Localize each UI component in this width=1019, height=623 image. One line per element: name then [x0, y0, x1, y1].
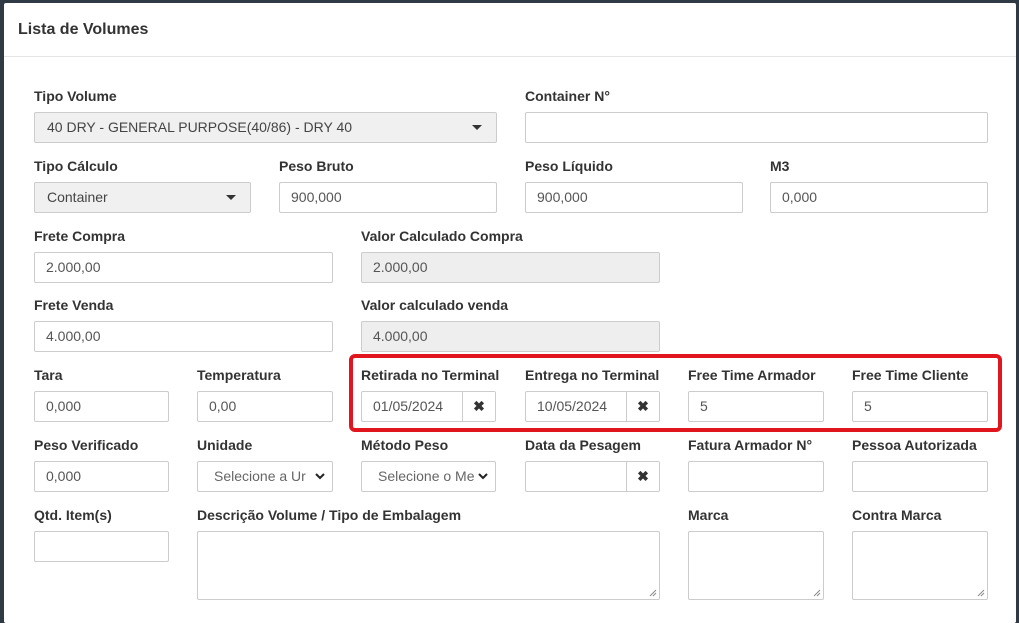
clear-date-icon[interactable]: ✖ [626, 462, 659, 491]
tipo-calculo-label: Tipo Cálculo [34, 158, 118, 174]
valor-calculado-venda-input: 4.000,00 [361, 321, 660, 352]
volumes-modal: Lista de Volumes [4, 3, 1016, 623]
caret-down-icon [226, 195, 236, 200]
container-no-input[interactable] [525, 112, 988, 143]
peso-bruto-input[interactable]: 900,000 [279, 182, 497, 213]
temperatura-label: Temperatura [197, 367, 281, 383]
descricao-volume-textarea[interactable] [197, 531, 660, 600]
metodo-peso-label: Método Peso [361, 437, 449, 453]
tipo-calculo-value: Container [47, 189, 108, 205]
frete-venda-input[interactable]: 4.000,00 [34, 321, 333, 352]
pessoa-autorizada-input[interactable] [852, 461, 988, 492]
container-no-label: Container N° [525, 88, 610, 104]
peso-liquido-label: Peso Líquido [525, 158, 613, 174]
tipo-calculo-select[interactable]: Container [34, 182, 251, 213]
frete-compra-label: Frete Compra [34, 228, 126, 244]
frete-compra-input[interactable]: 2.000,00 [34, 252, 333, 283]
peso-verificado-label: Peso Verificado [34, 437, 139, 453]
metodo-peso-value: Selecione o Me [378, 468, 475, 484]
descricao-volume-label: Descrição Volume / Tipo de Embalagem [197, 507, 462, 523]
frete-venda-label: Frete Venda [34, 297, 114, 313]
chevron-down-icon [478, 473, 488, 480]
resize-grip-icon[interactable] [813, 589, 821, 597]
m3-input[interactable]: 0,000 [770, 182, 988, 213]
peso-liquido-input[interactable]: 900,000 [525, 182, 743, 213]
fatura-armador-label: Fatura Armador N° [688, 437, 813, 453]
tipo-volume-label: Tipo Volume [34, 88, 117, 104]
contra-marca-textarea[interactable] [852, 531, 988, 600]
resize-grip-icon[interactable] [977, 589, 985, 597]
temperatura-input[interactable]: 0,00 [197, 391, 333, 422]
marca-label: Marca [688, 507, 729, 523]
unidade-select[interactable]: Selecione a Ur [197, 461, 333, 492]
data-pesagem-label: Data da Pesagem [525, 437, 641, 453]
tipo-volume-select[interactable]: 40 DRY - GENERAL PURPOSE(40/86) - DRY 40 [34, 112, 497, 143]
chevron-down-icon [315, 473, 325, 480]
qtd-item-label: Qtd. Item(s) [34, 507, 112, 523]
m3-label: M3 [770, 158, 790, 174]
highlight-box [349, 354, 1002, 432]
tara-input[interactable]: 0,000 [34, 391, 169, 422]
pessoa-autorizada-label: Pessoa Autorizada [852, 437, 977, 453]
valor-calculado-compra-label: Valor Calculado Compra [361, 228, 523, 244]
unidade-label: Unidade [197, 437, 253, 453]
marca-textarea[interactable] [688, 531, 824, 600]
valor-calculado-venda-label: Valor calculado venda [361, 297, 509, 313]
unidade-value: Selecione a Ur [214, 468, 306, 484]
data-pesagem-input[interactable]: ✖ [525, 461, 660, 492]
qtd-item-input[interactable] [34, 531, 169, 562]
peso-bruto-label: Peso Bruto [279, 158, 354, 174]
caret-down-icon [472, 125, 482, 130]
tara-label: Tara [34, 367, 63, 383]
valor-calculado-compra-input: 2.000,00 [361, 252, 660, 283]
contra-marca-label: Contra Marca [852, 507, 942, 523]
modal-title: Lista de Volumes [4, 3, 1016, 57]
fatura-armador-input[interactable] [688, 461, 824, 492]
resize-grip-icon[interactable] [649, 589, 657, 597]
peso-verificado-input[interactable]: 0,000 [34, 461, 169, 492]
tipo-volume-value: 40 DRY - GENERAL PURPOSE(40/86) - DRY 40 [47, 119, 353, 135]
metodo-peso-select[interactable]: Selecione o Me [361, 461, 496, 492]
